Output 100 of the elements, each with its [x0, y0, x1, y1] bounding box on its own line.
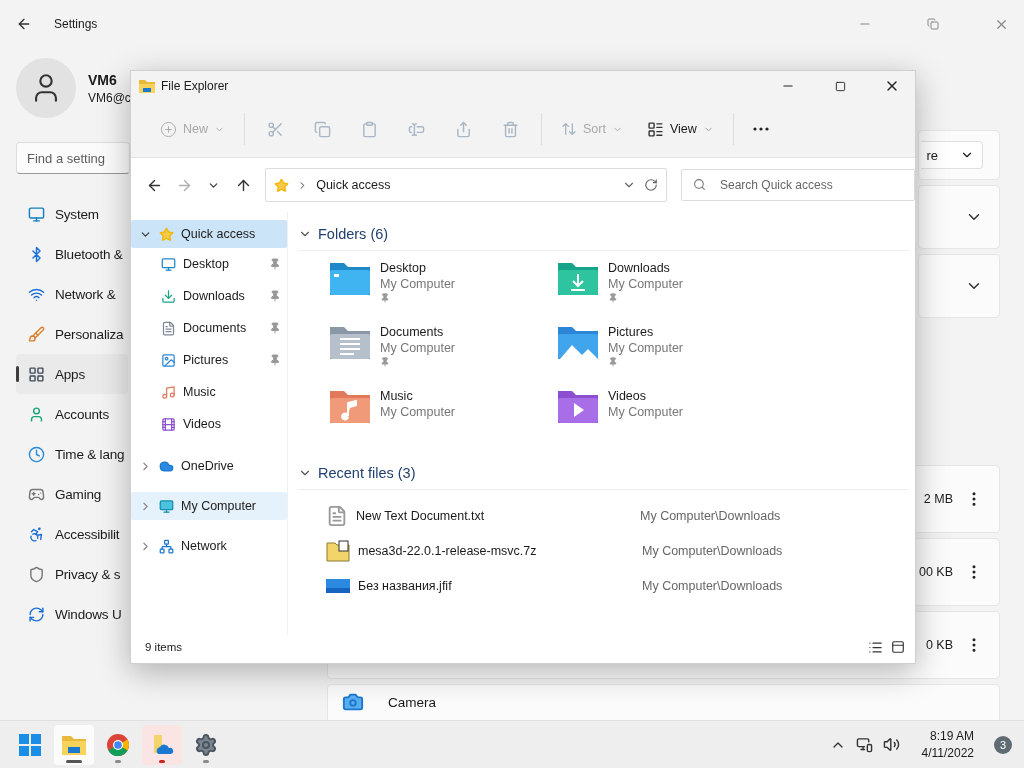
- tree-item[interactable]: OneDrive: [131, 452, 287, 480]
- tree-item[interactable]: My Computer: [131, 492, 287, 520]
- nav-label: Personaliza: [55, 326, 124, 342]
- user-email: VM6@c: [88, 90, 131, 105]
- nav-item[interactable]: Bluetooth &: [16, 234, 128, 274]
- folder-location: My Computer: [380, 405, 456, 419]
- nav-item[interactable]: Time & lang: [16, 434, 128, 474]
- window-title: Settings: [54, 17, 99, 31]
- tree-item[interactable]: Music: [131, 376, 287, 408]
- refresh-icon: [28, 605, 45, 623]
- plus-icon: [160, 120, 177, 138]
- tree-item[interactable]: Videos: [131, 408, 287, 440]
- text-file-icon: [326, 504, 348, 527]
- folder-location: My Computer: [608, 341, 684, 355]
- tree-item[interactable]: Network: [131, 532, 287, 560]
- network-icon[interactable]: [855, 736, 873, 753]
- taskbar-app[interactable]: [142, 724, 182, 765]
- tiles-view-icon[interactable]: [891, 640, 905, 654]
- taskbar-app[interactable]: [54, 724, 94, 765]
- app-size: 00 KB: [918, 565, 953, 579]
- folder-name[interactable]: Videos: [608, 389, 684, 403]
- folder-name[interactable]: Music: [380, 389, 456, 403]
- nav-label: Gaming: [55, 486, 102, 502]
- refresh-icon[interactable]: [644, 178, 658, 192]
- copy-icon: [314, 120, 331, 138]
- back-icon[interactable]: [16, 16, 32, 32]
- nav-label: Network &: [55, 286, 116, 302]
- details-view-icon[interactable]: [868, 639, 883, 655]
- image-icon: [161, 352, 176, 368]
- film-icon: [161, 416, 176, 432]
- nav-item[interactable]: System: [16, 194, 128, 234]
- folder-location: My Computer: [380, 277, 456, 291]
- item-count: 9 items: [145, 641, 184, 653]
- network-icon: [159, 538, 174, 554]
- nav-label: Time & lang: [55, 446, 125, 462]
- star-icon: [159, 226, 174, 242]
- shield-icon: [28, 565, 45, 583]
- star-icon: [274, 177, 290, 193]
- folder-location: My Computer: [608, 405, 684, 419]
- archive-icon: [326, 539, 350, 562]
- apps-icon: [28, 365, 45, 383]
- download-icon: [161, 288, 176, 304]
- tree-item[interactable]: Quick access: [131, 220, 287, 248]
- sort-icon: [561, 121, 577, 137]
- folder-name[interactable]: Desktop: [380, 261, 456, 275]
- scissors-icon: [267, 120, 284, 138]
- trash-icon: [502, 120, 519, 138]
- notification-badge[interactable]: 3: [994, 735, 1012, 754]
- file-name[interactable]: New Text Document.txt: [356, 508, 640, 523]
- brush-icon: [28, 325, 45, 343]
- nav-label: Accessibilit: [55, 526, 120, 542]
- tree-item[interactable]: Documents: [131, 312, 287, 344]
- search-icon: [693, 178, 706, 191]
- view-button[interactable]: View: [635, 112, 725, 146]
- file-path: My Computer\Downloads: [642, 578, 783, 593]
- nav-label: Windows U: [55, 606, 122, 622]
- accessibility-icon: [28, 525, 45, 543]
- file-name[interactable]: Без названия.jfif: [358, 578, 642, 593]
- nav-item[interactable]: Windows U: [16, 594, 128, 634]
- nav-label: Accounts: [55, 406, 109, 422]
- person-icon: [28, 405, 45, 423]
- document-icon: [161, 320, 176, 336]
- search-field[interactable]: Search Quick access: [681, 169, 915, 201]
- camera-icon: [342, 691, 364, 713]
- nav-item[interactable]: Accessibilit: [16, 514, 128, 554]
- group-header[interactable]: Folders (6): [298, 218, 909, 251]
- nav-label: Apps: [55, 366, 85, 382]
- nav-item[interactable]: Privacy & s: [16, 554, 128, 594]
- folder-icon: [61, 733, 87, 756]
- dropdown[interactable]: re: [921, 141, 983, 169]
- view-list-icon: [646, 120, 664, 138]
- monitor-icon: [28, 205, 45, 223]
- nav-item[interactable]: Personaliza: [16, 314, 128, 354]
- gear-icon: [194, 732, 218, 757]
- clipboard-icon: [361, 120, 378, 138]
- address-bar[interactable]: Quick access: [265, 168, 667, 202]
- file-path: My Computer\Downloads: [642, 543, 783, 558]
- clock-time: 8:19 AM: [929, 729, 974, 743]
- folder-name[interactable]: Pictures: [608, 325, 684, 339]
- search-field[interactable]: Find a setting: [16, 142, 130, 174]
- group-header[interactable]: Recent files (3): [298, 457, 909, 490]
- nav-item[interactable]: Apps: [16, 354, 128, 394]
- nav-item[interactable]: Gaming: [16, 474, 128, 514]
- more-icon: [752, 127, 769, 131]
- file-name[interactable]: mesa3d-22.0.1-release-msvc.7z: [358, 543, 642, 558]
- maximize-icon: [834, 80, 846, 92]
- tree-item[interactable]: Desktop: [131, 248, 287, 280]
- folder-name[interactable]: Downloads: [608, 261, 684, 275]
- folder-location: My Computer: [608, 277, 684, 291]
- nav-item[interactable]: Network &: [16, 274, 128, 314]
- nav-item[interactable]: Accounts: [16, 394, 128, 434]
- rename-icon: [408, 120, 425, 138]
- share-icon: [455, 120, 472, 138]
- volume-icon[interactable]: [882, 736, 900, 753]
- tree-item[interactable]: Pictures: [131, 344, 287, 376]
- folder-location: My Computer: [380, 341, 456, 355]
- app-name: Camera: [388, 694, 436, 710]
- tree-item[interactable]: Downloads: [131, 280, 287, 312]
- music-icon: [161, 384, 176, 400]
- folder-name[interactable]: Documents: [380, 325, 456, 339]
